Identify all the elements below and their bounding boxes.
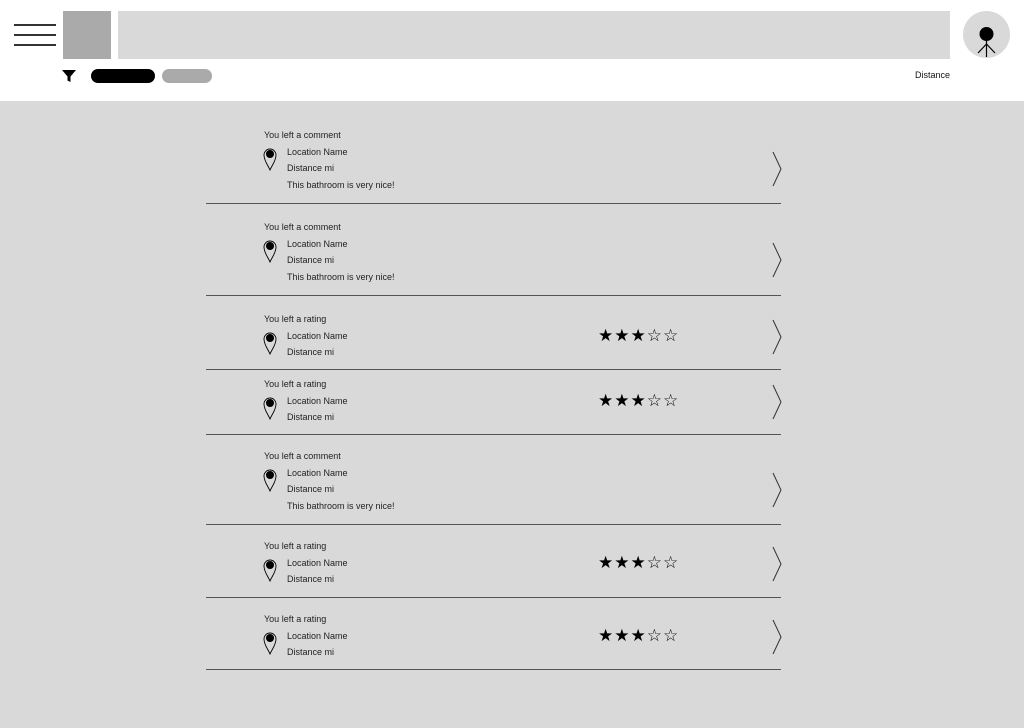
activity-item[interactable]: You left a rating Location Name Distance… <box>206 598 782 670</box>
search-bar[interactable] <box>118 11 950 59</box>
comment-text: This bathroom is very nice! <box>287 501 395 511</box>
location-name: Location Name <box>287 468 348 478</box>
location-pin-icon <box>263 397 277 420</box>
activity-item[interactable]: You left a comment Location Name Distanc… <box>206 204 782 296</box>
activity-item[interactable]: You left a rating Location Name Distance… <box>206 370 782 435</box>
chevron-right-icon[interactable] <box>772 384 782 420</box>
location-distance: Distance mi <box>287 574 335 584</box>
filter-icon[interactable] <box>61 68 77 84</box>
activity-type-label: You left a comment <box>264 451 341 461</box>
activity-item[interactable]: You left a rating Location Name Distance… <box>206 296 782 370</box>
activity-type-label: You left a rating <box>264 379 327 389</box>
activity-type-label: You left a comment <box>264 222 341 232</box>
location-distance: Distance mi <box>287 347 335 357</box>
location-distance: Distance mi <box>287 163 335 173</box>
chevron-right-icon[interactable] <box>772 319 782 355</box>
logo-placeholder <box>63 11 111 59</box>
location-distance: Distance mi <box>287 484 335 494</box>
filter-chip-active[interactable] <box>91 69 155 83</box>
comment-text: This bathroom is very nice! <box>287 272 395 282</box>
sort-distance-label[interactable]: Distance <box>915 70 950 80</box>
user-avatar-icon <box>977 27 996 57</box>
location-pin-icon <box>263 332 277 355</box>
location-name: Location Name <box>287 147 348 157</box>
location-pin-icon <box>263 148 277 171</box>
activity-item[interactable]: You left a rating Location Name Distance… <box>206 525 782 598</box>
location-name: Location Name <box>287 239 348 249</box>
chevron-right-icon[interactable] <box>772 242 782 278</box>
hamburger-menu-icon[interactable] <box>14 24 56 46</box>
chevron-right-icon[interactable] <box>772 151 782 187</box>
star-rating: ★★★☆☆ <box>598 553 680 572</box>
location-distance: Distance mi <box>287 647 335 657</box>
activity-type-label: You left a comment <box>264 130 341 140</box>
activity-type-label: You left a rating <box>264 541 327 551</box>
app-header: Distance <box>0 0 1024 101</box>
activity-type-label: You left a rating <box>264 614 327 624</box>
activity-type-label: You left a rating <box>264 314 327 324</box>
location-name: Location Name <box>287 631 348 641</box>
location-name: Location Name <box>287 396 348 406</box>
chevron-right-icon[interactable] <box>772 619 782 655</box>
profile-button[interactable] <box>963 11 1010 58</box>
location-distance: Distance mi <box>287 255 335 265</box>
location-pin-icon <box>263 559 277 582</box>
chevron-right-icon[interactable] <box>772 546 782 582</box>
location-distance: Distance mi <box>287 412 335 422</box>
star-rating: ★★★☆☆ <box>598 626 680 645</box>
activity-list: You left a comment Location Name Distanc… <box>0 101 1024 728</box>
chevron-right-icon[interactable] <box>772 472 782 508</box>
location-pin-icon <box>263 469 277 492</box>
location-name: Location Name <box>287 331 348 341</box>
activity-item[interactable]: You left a comment Location Name Distanc… <box>206 435 782 525</box>
location-pin-icon <box>263 240 277 263</box>
star-rating: ★★★☆☆ <box>598 391 680 410</box>
star-rating: ★★★☆☆ <box>598 326 680 345</box>
filter-chip-inactive[interactable] <box>162 69 212 83</box>
location-pin-icon <box>263 632 277 655</box>
comment-text: This bathroom is very nice! <box>287 180 395 190</box>
location-name: Location Name <box>287 558 348 568</box>
activity-item[interactable]: You left a comment Location Name Distanc… <box>206 101 782 204</box>
